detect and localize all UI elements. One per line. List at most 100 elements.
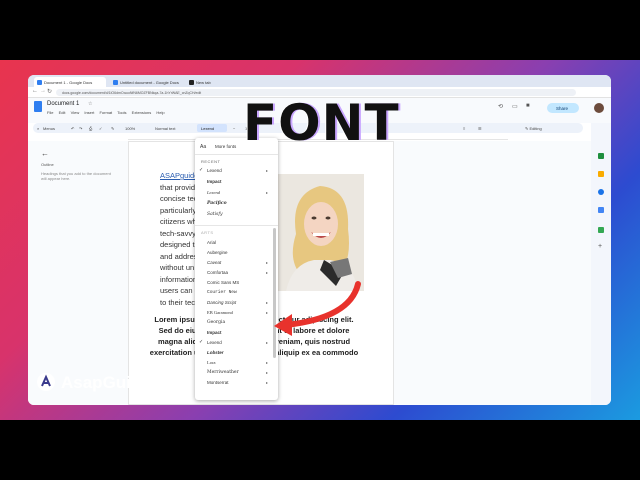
line-spacing-icon[interactable]: ≡ (463, 126, 465, 131)
font-menu-item[interactable]: Courier New (195, 289, 278, 299)
comment-icon[interactable]: ▭ (512, 103, 518, 110)
search-menus-input[interactable]: Menus (43, 126, 55, 131)
font-item-label: Georgia (207, 320, 226, 325)
chevron-right-icon: ▸ (265, 260, 268, 265)
chevron-right-icon: ▸ (265, 168, 268, 173)
add-addon-icon[interactable]: + (598, 243, 602, 250)
font-dropdown-menu: Aa More fonts RECENT ✓ Lexend ▸ Impact L… (195, 138, 278, 400)
history-icon[interactable]: ⟲ (498, 103, 503, 110)
menu-edit[interactable]: Edit (59, 110, 66, 115)
font-menu-item[interactable]: ✓ Lexend ▸ (195, 339, 278, 349)
docs-logo-icon[interactable] (34, 101, 42, 112)
share-label: Share (556, 105, 569, 111)
star-icon[interactable]: ☆ (88, 101, 92, 107)
tab-label: Document 1 - Google Docs (44, 80, 93, 85)
menu-file[interactable]: File (47, 110, 53, 115)
docs-favicon-icon (113, 80, 118, 85)
tab-strip: Document 1 - Google Docs Untitled docume… (28, 75, 611, 87)
tab-label: New tab (196, 80, 211, 85)
browser-tab-untitled[interactable]: Untitled document - Google Docs (110, 77, 182, 87)
inserted-photo[interactable] (278, 174, 364, 291)
font-item-label: EB Garamond (207, 310, 233, 315)
font-menu-item[interactable]: Dancing Script ▸ (195, 299, 278, 309)
font-menu-item[interactable]: Comic Sans MS (195, 279, 278, 289)
sheets-icon[interactable] (598, 153, 604, 159)
meet-icon[interactable]: ■ (526, 103, 530, 109)
checklist-icon[interactable]: ☰ (478, 126, 482, 131)
font-item-label: Dancing Script (207, 300, 237, 305)
docs-favicon-icon (37, 80, 42, 85)
browser-tab-new[interactable]: New tab (186, 77, 258, 87)
font-item-label: Caveat (207, 260, 222, 265)
reload-icon[interactable]: ↻ (47, 88, 52, 95)
checkmark-icon: ✓ (199, 167, 204, 173)
avatar[interactable] (594, 103, 604, 113)
font-menu-item[interactable]: Merriweather ▸ (195, 369, 278, 379)
asapguide-logo-icon (37, 373, 55, 391)
chevron-right-icon: ▸ (265, 310, 268, 315)
font-item-label: Lexend (207, 190, 220, 195)
tasks-icon[interactable] (598, 189, 604, 195)
print-icon[interactable]: ⎙ (89, 126, 92, 131)
font-menu-item[interactable]: Lora ▸ (195, 359, 278, 369)
document-area: ← Outline Headings that you add to the d… (28, 141, 591, 405)
spellcheck-icon[interactable]: ✓ (99, 126, 102, 131)
back-arrow-icon[interactable]: ← (32, 88, 38, 94)
font-menu-item[interactable]: Comfortaa ▸ (195, 269, 278, 279)
close-outline-icon[interactable]: ← (41, 149, 116, 158)
tab-label: Untitled document - Google Docs (120, 80, 179, 85)
menu-insert[interactable]: Insert (84, 110, 94, 115)
font-menu-item[interactable]: Arial (195, 239, 278, 249)
text-line: that provid (160, 182, 196, 192)
tab-favicon-icon (189, 80, 194, 85)
editing-mode-select[interactable]: ✎ Editing (525, 126, 542, 131)
redo-icon[interactable]: ↷ (79, 126, 82, 131)
font-menu-item[interactable]: Pacifico (195, 200, 278, 211)
document-title[interactable]: Document 1 (47, 101, 79, 107)
font-item-label: Lexend (207, 168, 222, 173)
style-select[interactable]: Normal text (155, 126, 175, 131)
text-line: concise tec (160, 194, 198, 203)
font-menu-item[interactable]: EB Garamond ▸ (195, 309, 278, 319)
menu-format[interactable]: Format (99, 110, 112, 115)
contacts-icon[interactable] (598, 207, 604, 213)
maps-icon[interactable] (598, 227, 604, 233)
outline-label: Outline (41, 162, 54, 167)
document-outline: ← Outline Headings that you add to the d… (41, 149, 116, 181)
font-plus-icon: Aa (200, 144, 207, 150)
menu-tools[interactable]: Tools (117, 110, 126, 115)
search-menus-icon[interactable]: ⌕ (37, 126, 39, 131)
menu-extensions[interactable]: Extensions (132, 110, 152, 115)
share-button[interactable]: Share (547, 103, 579, 113)
chevron-right-icon: ▸ (265, 380, 268, 385)
zoom-select[interactable]: 100% (125, 126, 135, 131)
font-item-label: Impact (207, 330, 222, 335)
keep-icon[interactable] (598, 171, 604, 177)
headline-overlay: FONT (243, 94, 400, 152)
font-menu-item[interactable]: Impact (195, 178, 278, 189)
font-size-decrease-icon[interactable]: − (233, 126, 235, 131)
font-menu-item[interactable]: Impact (195, 329, 278, 339)
font-item-label: Pacifico (207, 201, 227, 206)
font-menu-item[interactable]: Caveat ▸ (195, 259, 278, 269)
menu-view[interactable]: View (71, 110, 80, 115)
font-menu-item[interactable]: Satisfy (195, 211, 278, 222)
asapguide-link[interactable]: ASAPguide (160, 170, 199, 182)
forward-arrow-icon[interactable]: → (40, 88, 46, 94)
text-line: users can c (160, 286, 199, 295)
browser-tab-docs[interactable]: Document 1 - Google Docs (34, 77, 106, 87)
font-menu-item[interactable]: Aubergine (195, 249, 278, 259)
font-menu-item[interactable]: ✓ Lexend ▸ (195, 167, 278, 178)
asapguide-logo: AsapGuide (37, 373, 151, 395)
font-menu-item[interactable]: Montserrat ▸ (195, 379, 278, 389)
font-menu-item[interactable]: Lexend ▸ (195, 189, 278, 200)
paint-format-icon[interactable]: ✎ (111, 126, 114, 131)
font-menu-item[interactable]: Georgia (195, 319, 278, 329)
font-menu-item[interactable]: Lobster (195, 349, 278, 359)
font-select[interactable]: Lexend (197, 124, 227, 132)
font-select-value: Lexend (201, 126, 215, 131)
menu-help[interactable]: Help (156, 110, 164, 115)
text-line: citizens wh (160, 217, 197, 226)
more-fonts-item[interactable]: More fonts (215, 144, 236, 149)
undo-icon[interactable]: ↶ (71, 126, 74, 131)
